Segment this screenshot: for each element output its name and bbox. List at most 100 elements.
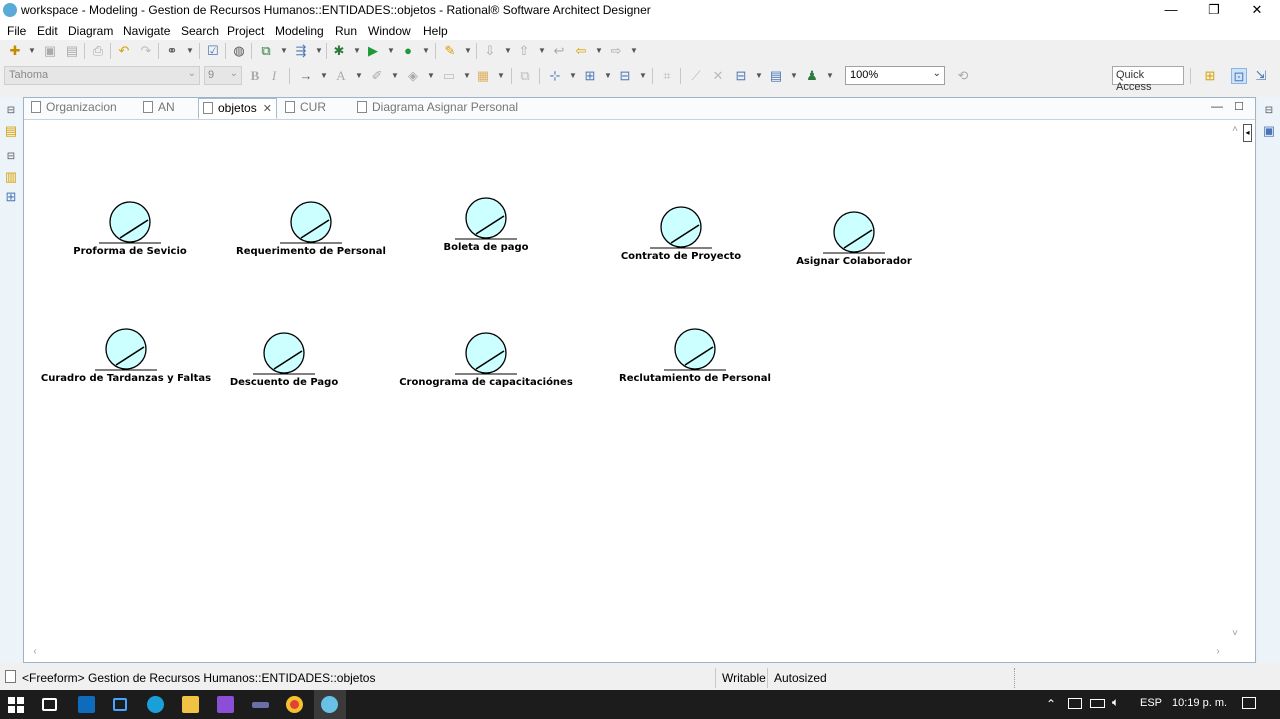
dropdown-arrow-icon[interactable]: ▼ — [751, 68, 767, 84]
dropdown-arrow-icon[interactable]: ▼ — [635, 68, 651, 84]
transform-icon[interactable]: ⧉ — [258, 43, 274, 59]
line-style-icon[interactable]: → — [298, 68, 314, 84]
other-perspective-icon[interactable]: ⇲ — [1253, 68, 1269, 84]
open-perspective-icon[interactable]: ⊞ — [1202, 68, 1218, 84]
tab-an[interactable]: AN — [140, 98, 178, 118]
wand-icon[interactable]: ✎ — [442, 43, 458, 59]
select-icon[interactable]: ⊞ — [582, 68, 598, 84]
restore-view-icon[interactable]: ⊟ — [3, 149, 19, 165]
edge-icon[interactable] — [147, 696, 164, 713]
maximize-editor-icon[interactable]: ☐ — [1231, 99, 1247, 115]
battery-icon[interactable] — [1090, 699, 1105, 708]
run-icon[interactable]: ▶ — [365, 43, 381, 59]
menu-diagram[interactable]: Diagram — [68, 24, 113, 38]
font-family-select[interactable]: Tahoma ⌄ — [4, 66, 200, 85]
network-icon[interactable] — [1068, 698, 1082, 709]
menu-modeling[interactable]: Modeling — [275, 24, 324, 38]
shape-icon[interactable]: ▭ — [441, 68, 457, 84]
route-icon[interactable]: ⟋ — [688, 68, 704, 84]
rectilinear-icon[interactable]: ✕ — [710, 68, 726, 84]
tab-diagrama-asignar-personal[interactable]: Diagrama Asignar Personal — [354, 98, 521, 118]
dropdown-arrow-icon[interactable]: ▼ — [387, 68, 403, 84]
generate-icon[interactable]: ⇶ — [293, 43, 309, 59]
diagram-canvas[interactable]: Proforma de Sevicio Requerimento de Pers… — [25, 120, 1227, 644]
previous-annotation-icon[interactable]: ⇧ — [516, 43, 532, 59]
redo-icon[interactable]: ↷ — [138, 43, 154, 59]
horizontal-scrollbar[interactable]: ‹ › — [25, 644, 1227, 660]
restore-button[interactable]: ❐ — [1191, 0, 1237, 21]
modeling-perspective-icon[interactable]: ⊡ — [1231, 68, 1247, 84]
back-icon[interactable]: ⇦ — [573, 43, 589, 59]
save-icon[interactable]: ▣ — [42, 43, 58, 59]
menu-project[interactable]: Project — [227, 24, 264, 38]
dropdown-arrow-icon[interactable]: ▼ — [591, 43, 607, 59]
palette-toggle-icon[interactable]: ◂ — [1243, 124, 1252, 142]
forward-icon[interactable]: ⇨ — [608, 43, 624, 59]
dropdown-arrow-icon[interactable]: ▼ — [822, 68, 838, 84]
close-tab-icon[interactable]: ✕ — [263, 103, 272, 115]
tab-cur[interactable]: CUR — [282, 98, 329, 118]
restore-view-icon[interactable]: ⊟ — [1261, 103, 1277, 119]
minimize-editor-icon[interactable]: — — [1209, 98, 1225, 114]
appearance-icon[interactable]: ▦ — [475, 68, 491, 84]
align-icon[interactable]: ⊟ — [617, 68, 633, 84]
menu-window[interactable]: Window — [368, 24, 411, 38]
outlook-icon[interactable] — [78, 696, 95, 713]
scroll-up-icon[interactable]: ˄ — [1227, 122, 1243, 138]
bold-button[interactable]: B — [247, 68, 263, 84]
dropdown-arrow-icon[interactable]: ▼ — [311, 43, 327, 59]
dropdown-arrow-icon[interactable]: ▼ — [316, 68, 332, 84]
tab-organizacion[interactable]: Organizacion — [28, 98, 120, 118]
menu-run[interactable]: Run — [335, 24, 357, 38]
dropdown-arrow-icon[interactable]: ▼ — [418, 43, 434, 59]
italic-button[interactable]: I — [266, 68, 282, 84]
visual-studio-icon[interactable] — [217, 696, 234, 713]
run-external-icon[interactable]: ● — [400, 43, 416, 59]
distribute-icon[interactable]: ⌗ — [659, 68, 675, 84]
font-size-select[interactable]: 9 ⌄ — [204, 66, 242, 85]
vertical-scrollbar[interactable]: ˄ ˅ — [1227, 120, 1241, 644]
model-explorer-icon[interactable]: ▥ — [3, 169, 19, 185]
file-explorer-icon[interactable] — [182, 696, 199, 713]
menu-navigate[interactable]: Navigate — [123, 24, 170, 38]
notifications-icon[interactable] — [1242, 697, 1256, 709]
rational-software-icon[interactable] — [321, 696, 338, 713]
dropdown-arrow-icon[interactable]: ▼ — [383, 43, 399, 59]
task-view-icon[interactable] — [42, 698, 57, 711]
media-icon[interactable] — [252, 702, 269, 708]
dropdown-arrow-icon[interactable]: ▼ — [493, 68, 509, 84]
copy-format-icon[interactable]: ⧉ — [517, 68, 533, 84]
input-language[interactable]: ESP — [1140, 697, 1162, 709]
tab-objetos[interactable]: objetos ✕ — [198, 98, 277, 119]
filter-icon[interactable]: ▤ — [768, 68, 784, 84]
compartment-icon[interactable]: ⊟ — [733, 68, 749, 84]
properties-icon[interactable]: ▣ — [1261, 123, 1277, 139]
menu-file[interactable]: File — [7, 24, 26, 38]
font-color-icon[interactable]: A — [333, 68, 349, 84]
close-window-button[interactable]: ✕ — [1234, 0, 1280, 21]
dropdown-arrow-icon[interactable]: ▼ — [276, 43, 292, 59]
last-edit-icon[interactable]: ↩ — [551, 43, 567, 59]
scroll-right-icon[interactable]: › — [1210, 644, 1226, 660]
scroll-left-icon[interactable]: ‹ — [27, 644, 43, 660]
dropdown-arrow-icon[interactable]: ▼ — [423, 68, 439, 84]
fill-color-icon[interactable]: ◈ — [405, 68, 421, 84]
zoom-select[interactable]: 100% ⌄ — [845, 66, 945, 85]
app-icon-taskbar[interactable] — [113, 698, 127, 711]
volume-icon[interactable]: 🔈︎ — [1112, 695, 1119, 710]
link-icon[interactable]: ⚭ — [164, 43, 180, 59]
dropdown-arrow-icon[interactable]: ▼ — [786, 68, 802, 84]
next-annotation-icon[interactable]: ⇩ — [482, 43, 498, 59]
dropdown-arrow-icon[interactable]: ▼ — [349, 43, 365, 59]
dropdown-arrow-icon[interactable]: ▼ — [600, 68, 616, 84]
dropdown-arrow-icon[interactable]: ▼ — [500, 43, 516, 59]
dropdown-arrow-icon[interactable]: ▼ — [182, 43, 198, 59]
dropdown-arrow-icon[interactable]: ▼ — [534, 43, 550, 59]
clock[interactable]: 10:19 p. m. — [1172, 697, 1227, 709]
dropdown-arrow-icon[interactable]: ▼ — [351, 68, 367, 84]
tray-chevron-icon[interactable]: ⌃ — [1046, 697, 1056, 711]
restore-view-icon[interactable]: ⊟ — [3, 103, 19, 119]
validate-icon[interactable]: ☑ — [205, 43, 221, 59]
chrome-icon[interactable] — [286, 696, 303, 713]
windows-start-icon[interactable] — [8, 697, 24, 713]
